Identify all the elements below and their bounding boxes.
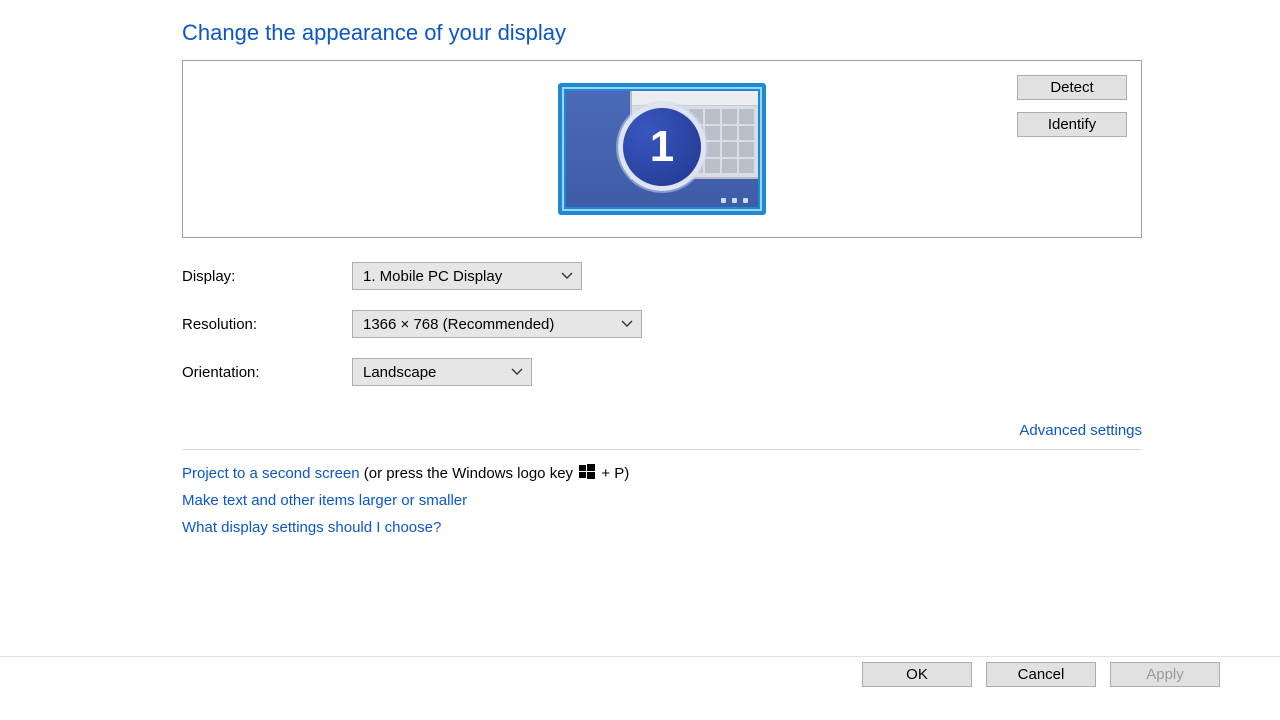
project-suffix-a: (or press the Windows logo key bbox=[360, 465, 578, 482]
monitor-1[interactable]: 1 bbox=[558, 83, 766, 215]
dialog-footer: OK Cancel Apply bbox=[862, 662, 1220, 687]
cancel-button[interactable]: Cancel bbox=[986, 662, 1096, 687]
monitor-number-badge: 1 bbox=[618, 103, 706, 191]
project-suffix-b: + P) bbox=[597, 465, 629, 482]
windows-logo-icon bbox=[579, 464, 595, 480]
display-arrangement-pane[interactable]: 1 Detect Identify bbox=[182, 60, 1142, 238]
ok-button[interactable]: OK bbox=[862, 662, 972, 687]
footer-divider bbox=[0, 656, 1280, 657]
apply-button[interactable]: Apply bbox=[1110, 662, 1220, 687]
chevron-down-icon bbox=[511, 368, 523, 376]
chevron-down-icon bbox=[561, 272, 573, 280]
divider bbox=[182, 449, 1142, 450]
text-size-link[interactable]: Make text and other items larger or smal… bbox=[182, 492, 467, 509]
display-dropdown[interactable]: 1. Mobile PC Display bbox=[352, 262, 582, 290]
orientation-dropdown-value: Landscape bbox=[363, 364, 450, 381]
identify-button[interactable]: Identify bbox=[1017, 112, 1127, 137]
resolution-label: Resolution: bbox=[182, 316, 352, 333]
resolution-dropdown-value: 1366 × 768 (Recommended) bbox=[363, 316, 568, 333]
detect-button[interactable]: Detect bbox=[1017, 75, 1127, 100]
page-title: Change the appearance of your display bbox=[182, 20, 1142, 46]
display-help-link[interactable]: What display settings should I choose? bbox=[182, 519, 441, 536]
chevron-down-icon bbox=[621, 320, 633, 328]
display-dropdown-value: 1. Mobile PC Display bbox=[363, 268, 516, 285]
advanced-settings-link[interactable]: Advanced settings bbox=[1019, 422, 1142, 439]
orientation-label: Orientation: bbox=[182, 364, 352, 381]
resolution-dropdown[interactable]: 1366 × 768 (Recommended) bbox=[352, 310, 642, 338]
display-label: Display: bbox=[182, 268, 352, 285]
project-second-screen-link[interactable]: Project to a second screen bbox=[182, 465, 360, 482]
monitor-icon: 1 bbox=[558, 83, 766, 215]
orientation-dropdown[interactable]: Landscape bbox=[352, 358, 532, 386]
